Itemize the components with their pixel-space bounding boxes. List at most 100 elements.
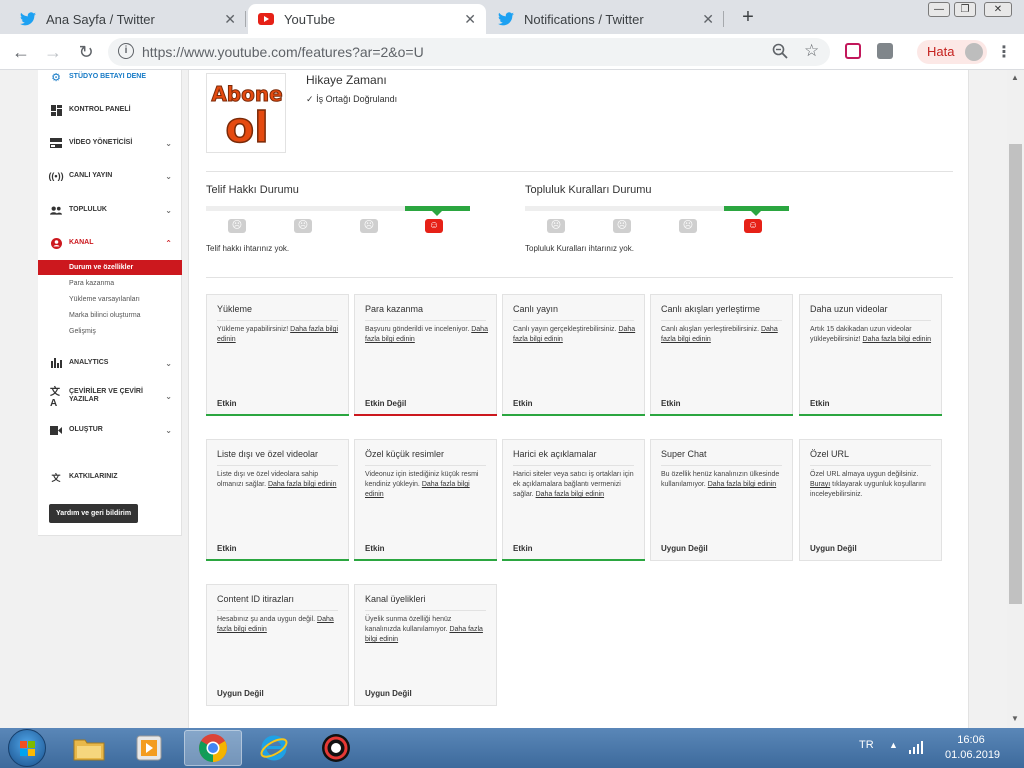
learn-more-link[interactable]: Daha fazla bilgi edinin [863, 336, 932, 343]
address-bar[interactable]: i https://www.youtube.com/features?ar=2&… [108, 38, 830, 66]
minimize-window-button[interactable]: — [928, 2, 950, 17]
learn-more-link[interactable]: Daha fazla bilgi edinin [536, 491, 605, 498]
tab-twitter-notifications[interactable]: Notifications / Twitter ✕ [488, 4, 724, 34]
partner-status: ✓ İş Ortağı Doğrulandı [306, 94, 397, 105]
input-language-indicator[interactable]: TR [859, 739, 874, 751]
file-explorer-taskbar-button[interactable] [62, 730, 116, 766]
tab-title: Notifications / Twitter [524, 11, 644, 27]
browser-tab-bar: Ana Sayfa / Twitter ✕ YouTube ✕ Notifica… [0, 0, 1024, 34]
strike-level-face-icon: ☹ [294, 219, 312, 233]
screen-recorder-taskbar-button[interactable] [309, 730, 363, 766]
community-guidelines-status: Topluluk Kuralları Durumu ☹ ☹ ☹ ☺ Toplul… [525, 184, 789, 264]
forward-button[interactable]: → [42, 41, 64, 63]
chevron-down-icon[interactable]: ⌄ [165, 206, 172, 215]
chevron-down-icon[interactable]: ⌄ [165, 426, 172, 435]
pocket-extension-icon[interactable] [845, 43, 861, 59]
scroll-down-arrow[interactable]: ▼ [1011, 714, 1019, 723]
zoom-icon[interactable] [772, 43, 788, 63]
system-clock[interactable]: 16:06 01.06.2019 [945, 733, 1000, 763]
scroll-thumb[interactable] [1009, 144, 1022, 604]
sidebar-item-community[interactable]: TOPLULUK ⌄ [38, 199, 182, 221]
close-tab-icon[interactable]: ✕ [224, 11, 236, 28]
sidebar-sub-status-features[interactable]: Durum ve özellikler [38, 260, 182, 275]
sidebar-sub-upload-defaults[interactable]: Yükleme varsayılanları [38, 292, 182, 307]
channel-avatar[interactable]: Abone ol [206, 73, 286, 153]
chevron-up-icon[interactable]: ⌃ [165, 239, 172, 248]
media-player-taskbar-button[interactable] [122, 730, 176, 766]
shopping-extension-icon[interactable] [877, 43, 893, 59]
media-player-icon [136, 735, 162, 761]
browser-menu-icon[interactable]: ⋮ [996, 42, 1012, 62]
sidebar-item-translations[interactable]: 文A ÇEVİRİLER VE ÇEVİRİ YAZILAR ⌄ [38, 385, 182, 409]
divider [661, 465, 782, 466]
strike-level-face-icon: ☹ [360, 219, 378, 233]
sidebar-item-label: ANALYTICS [69, 359, 109, 366]
chevron-down-icon[interactable]: ⌄ [165, 172, 172, 181]
site-info-icon[interactable]: i [118, 43, 134, 59]
sidebar-item-contributions[interactable]: 文 KATKILARINIZ [38, 466, 182, 488]
scroll-up-arrow[interactable]: ▲ [1011, 73, 1019, 82]
sidebar-item-label: VİDEO YÖNETİCİSİ [69, 139, 133, 146]
chrome-taskbar-button[interactable] [184, 730, 242, 766]
learn-more-link[interactable]: Daha fazla bilgi edinin [708, 481, 777, 488]
good-standing-face-icon: ☺ [425, 219, 443, 233]
sidebar-item-analytics[interactable]: ANALYTICS ⌄ [38, 352, 182, 374]
new-tab-button[interactable]: + [737, 6, 759, 29]
strike-level-face-icon: ☹ [613, 219, 631, 233]
feature-status: Etkin [513, 544, 533, 553]
status-enabled-bar [799, 414, 942, 416]
channel-name[interactable]: Hikaye Zamanı [306, 73, 387, 87]
sidebar-item-studio-beta[interactable]: ⚙ STÜDYO BETAYI DENE [38, 70, 182, 88]
divider [513, 320, 634, 321]
back-button[interactable]: ← [10, 41, 32, 63]
browser-toolbar: ← → ↻ i https://www.youtube.com/features… [0, 34, 1024, 70]
tab-youtube[interactable]: YouTube ✕ [248, 4, 486, 34]
close-window-button[interactable]: ✕ [984, 2, 1012, 17]
chevron-down-icon[interactable]: ⌄ [165, 359, 172, 368]
bookmark-star-icon[interactable]: ☆ [804, 41, 819, 61]
learn-more-link[interactable]: Burayı [810, 481, 830, 488]
chevron-down-icon[interactable]: ⌄ [165, 139, 172, 148]
feature-status: Etkin [513, 399, 533, 408]
tab-twitter-home[interactable]: Ana Sayfa / Twitter ✕ [10, 4, 246, 34]
sidebar-item-live[interactable]: ((•)) CANLI YAYIN ⌄ [38, 165, 182, 187]
close-tab-icon[interactable]: ✕ [702, 11, 714, 28]
reload-button[interactable]: ↻ [75, 41, 97, 63]
strike-level-face-icon: ☹ [228, 219, 246, 233]
status-enabled-bar [206, 559, 349, 561]
internet-explorer-taskbar-button[interactable] [247, 730, 301, 766]
chevron-down-icon[interactable]: ⌄ [165, 392, 172, 401]
learn-more-link[interactable]: Daha fazla bilgi edinin [268, 481, 337, 488]
help-feedback-button[interactable]: Yardım ve geri bildirim [49, 504, 139, 523]
divider [217, 465, 338, 466]
youtube-icon [258, 11, 274, 27]
status-disabled-bar [354, 414, 497, 416]
restore-window-button[interactable]: ❐ [954, 2, 976, 17]
feature-status: Etkin [217, 544, 237, 553]
community-icon [50, 204, 62, 216]
feature-status: Etkin [217, 399, 237, 408]
copyright-status-levels: ☹ ☹ ☹ ☺ [206, 219, 470, 235]
sidebar-item-video-manager[interactable]: VİDEO YÖNETİCİSİ ⌄ [38, 132, 182, 154]
divider [365, 465, 486, 466]
creator-studio-sidebar: ⚙ STÜDYO BETAYI DENE KONTROL PANELİ VİDE… [38, 70, 182, 536]
sidebar-item-create[interactable]: OLUŞTUR ⌄ [38, 419, 182, 441]
file-explorer-icon [73, 739, 105, 761]
show-hidden-icons-icon[interactable]: ▲ [889, 740, 898, 750]
profile-error-button[interactable]: Hata [917, 40, 987, 64]
channel-status-panel: Abone ol Hikaye Zamanı ✓ İş Ortağı Doğru… [188, 70, 969, 728]
internet-explorer-icon [260, 735, 288, 761]
start-button[interactable] [8, 729, 46, 767]
sidebar-sub-advanced[interactable]: Gelişmiş [38, 324, 182, 339]
feature-description-text: Üyelik sunma özelliği henüz kanalınızda … [365, 616, 452, 633]
sidebar-sub-branding[interactable]: Marka bilinci oluşturma [38, 308, 182, 323]
feature-description: Özel URL almaya uygun değilsiniz. Burayı… [810, 470, 934, 500]
sidebar-item-dashboard[interactable]: KONTROL PANELİ [38, 99, 182, 121]
page-scrollbar[interactable]: ▲ ▼ [1007, 70, 1024, 728]
dashboard-icon [50, 104, 62, 116]
sidebar-item-label: KONTROL PANELİ [69, 106, 131, 113]
close-tab-icon[interactable]: ✕ [464, 11, 476, 28]
sidebar-item-channel[interactable]: KANAL ⌃ [38, 232, 182, 254]
sidebar-sub-monetization[interactable]: Para kazanma [38, 276, 182, 291]
network-signal-icon[interactable] [908, 740, 926, 754]
